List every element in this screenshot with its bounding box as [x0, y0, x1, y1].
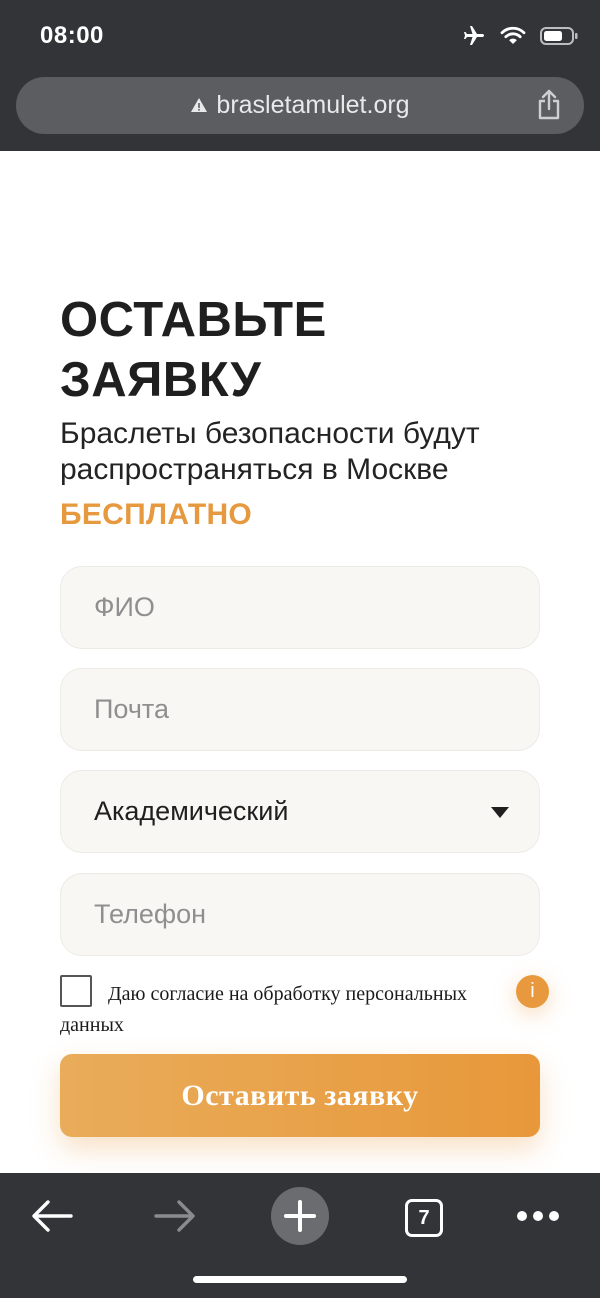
form-subtitle: Браслеты безопасности будут распространя… [60, 417, 480, 486]
battery-icon [540, 26, 578, 51]
share-icon[interactable] [536, 89, 562, 126]
status-time: 08:00 [40, 22, 104, 49]
more-icon [516, 1209, 560, 1227]
address-bar[interactable]: brasletamulet.org [16, 77, 584, 134]
info-icon[interactable]: i [516, 975, 549, 1008]
forward-arrow-icon [154, 1199, 196, 1238]
plus-icon [270, 1186, 330, 1251]
consent-checkbox[interactable] [60, 975, 92, 1007]
name-input[interactable]: ФИО [60, 566, 540, 649]
phone-placeholder: Телефон [94, 899, 207, 929]
district-select[interactable]: Академический [60, 770, 540, 853]
free-highlight: БЕСПЛАТНО [60, 498, 253, 531]
tab-count: 7 [418, 1207, 430, 1229]
new-tab-button[interactable] [270, 1186, 330, 1251]
status-icons [462, 24, 578, 53]
consent-label: Даю согласие на обработку персональных д… [60, 983, 468, 1036]
name-placeholder: ФИО [94, 592, 155, 622]
home-indicator[interactable] [193, 1276, 407, 1283]
forward-button[interactable] [145, 1187, 205, 1249]
email-input[interactable]: Почта [60, 668, 540, 751]
warning-icon [190, 91, 208, 120]
back-arrow-icon [31, 1199, 73, 1238]
browser-top-bar: 08:00 brasletamulet.org [0, 0, 600, 151]
form-heading: ОСТАВЬТЕ ЗАЯВКУ [60, 293, 327, 407]
email-placeholder: Почта [94, 694, 169, 724]
wifi-icon [500, 26, 526, 51]
district-selected-value: Академический [94, 796, 289, 826]
submit-button[interactable]: Оставить заявку [60, 1054, 540, 1137]
back-button[interactable] [22, 1187, 82, 1249]
url-text: brasletamulet.org [216, 91, 410, 119]
chevron-down-icon [491, 807, 509, 818]
phone-input[interactable]: Телефон [60, 873, 540, 956]
more-button[interactable] [510, 1187, 566, 1249]
tabs-button[interactable]: 7 [400, 1187, 448, 1249]
tabs-icon: 7 [405, 1199, 443, 1237]
browser-bottom-toolbar: 7 [0, 1173, 600, 1298]
airplane-icon [462, 24, 486, 53]
